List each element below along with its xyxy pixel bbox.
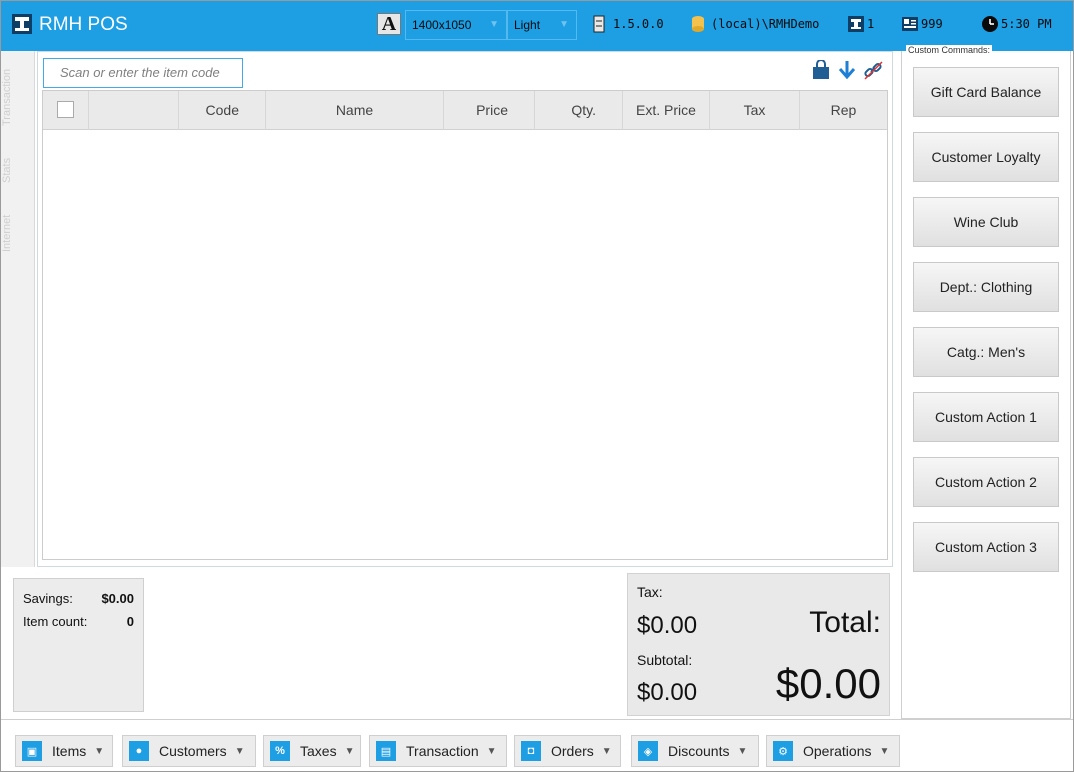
theme-select[interactable]: Light ▼ [507,10,577,40]
register-logo-icon [12,14,32,34]
tab-stats[interactable]: Stats [1,145,35,195]
register-icon [848,16,864,32]
transaction-panel: Scan or enter the item code Code Name Pr… [37,51,893,567]
pos-window: RMH POS A 1400x1050 ▼ Light ▼ 1.5.0.0 (l… [0,0,1074,772]
customer-loyalty-button[interactable]: Customer Loyalty [913,132,1059,182]
grid-actions [810,58,884,82]
tab-internet[interactable]: Internet [1,203,35,263]
taxes-menu-button[interactable]: % Taxes ▼ [263,735,361,767]
clock-icon [982,16,998,32]
column-qty[interactable]: Qty. [535,91,623,130]
orders-bag-icon: ◘ [521,741,541,761]
operations-gear-icon: ⚙ [773,741,793,761]
vertical-tabs: Transaction Stats Internet [1,51,35,567]
theme-value: Light [514,18,541,32]
gift-card-balance-button[interactable]: Gift Card Balance [913,67,1059,117]
register-number: 1 [867,17,875,31]
shopping-bag-icon[interactable] [810,58,832,82]
resolution-select[interactable]: 1400x1050 ▼ [405,10,507,40]
version-label: 1.5.0.0 [613,17,664,31]
total-value: $0.00 [775,660,881,707]
custom-commands-legend: Custom Commands: [906,45,993,55]
items-box-icon: ▣ [22,741,42,761]
link-icon[interactable] [862,58,884,82]
grid-header: Code Name Price Qty. Ext. Price Tax Rep [43,91,887,130]
column-rep[interactable]: Rep [800,91,887,130]
chevron-down-icon: ▼ [94,745,105,757]
chevron-down-icon: ▼ [486,745,497,757]
chevron-down-icon: ▼ [234,745,245,757]
cashier-icon [902,17,918,31]
transaction-menu-button[interactable]: ▤ Transaction ▼ [369,735,507,767]
taxes-menu-label: Taxes [300,743,337,759]
dept-clothing-button[interactable]: Dept.: Clothing [913,262,1059,312]
tab-transaction[interactable]: Transaction [1,57,35,137]
custom-commands-group: Custom Commands: Gift Card Balance Custo… [901,45,1071,719]
app-title: RMH POS [39,14,128,35]
spacer-column [89,91,179,130]
orders-menu-label: Orders [551,743,594,759]
database-icon [692,16,704,32]
customers-menu-label: Customers [159,743,227,759]
grid-body [43,131,887,559]
savings-value: $0.00 [101,591,134,606]
items-menu-button[interactable]: ▣ Items ▼ [15,735,113,767]
total-label: Total: [809,606,881,639]
custom-action-3-button[interactable]: Custom Action 3 [913,522,1059,572]
customers-menu-button[interactable]: ● Customers ▼ [122,735,256,767]
summary-panel: Savings: $0.00 Item count: 0 [13,578,144,712]
server-icon [593,15,605,33]
subtotal-label: Subtotal: [637,652,693,668]
chevron-down-icon: ▼ [559,19,569,30]
font-size-icon[interactable]: A [377,13,401,35]
database-label: (local)\RMHDemo [711,17,820,31]
custom-action-1-button[interactable]: Custom Action 1 [913,392,1059,442]
cashier-number: 999 [921,17,943,31]
discounts-menu-label: Discounts [668,743,730,759]
item-count-value: 0 [126,614,134,629]
clock-time: 5:30 PM [1001,17,1052,31]
column-code[interactable]: Code [179,91,266,130]
customer-person-icon: ● [129,741,149,761]
tax-label: Tax: [637,584,663,600]
discount-tag-icon: ◈ [638,741,658,761]
orders-menu-button[interactable]: ◘ Orders ▼ [514,735,621,767]
operations-menu-label: Operations [803,743,872,759]
transaction-bag-icon: ▤ [376,741,396,761]
select-all-checkbox[interactable] [57,101,74,118]
tax-value: $0.00 [637,612,698,639]
item-count-label: Item count: [23,614,88,629]
select-all-cell [43,91,89,130]
chevron-down-icon: ▼ [489,19,499,30]
download-arrow-icon[interactable] [836,58,858,82]
operations-menu-button[interactable]: ⚙ Operations ▼ [766,735,900,767]
chevron-down-icon: ▼ [344,745,355,757]
column-price[interactable]: Price [444,91,535,130]
custom-action-2-button[interactable]: Custom Action 2 [913,457,1059,507]
column-name[interactable]: Name [266,91,444,130]
savings-label: Savings: [23,591,73,606]
items-grid: Code Name Price Qty. Ext. Price Tax Rep [42,90,888,560]
chevron-down-icon: ▼ [737,745,748,757]
column-ext-price[interactable]: Ext. Price [623,91,710,130]
chevron-down-icon: ▼ [601,745,612,757]
column-tax[interactable]: Tax [710,91,800,130]
discounts-menu-button[interactable]: ◈ Discounts ▼ [631,735,759,767]
transaction-menu-label: Transaction [406,743,479,759]
wine-club-button[interactable]: Wine Club [913,197,1059,247]
item-code-input[interactable]: Scan or enter the item code [43,58,243,88]
items-menu-label: Items [52,743,87,759]
chevron-down-icon: ▼ [879,745,890,757]
resolution-value: 1400x1050 [412,18,472,32]
subtotal-value: $0.00 [637,679,698,706]
title-bar: RMH POS A 1400x1050 ▼ Light ▼ 1.5.0.0 (l… [1,1,1073,51]
catg-mens-button[interactable]: Catg.: Men's [913,327,1059,377]
percent-icon: % [270,741,290,761]
bottom-menu-bar: ▣ Items ▼ ● Customers ▼ % Taxes ▼ ▤ Tran… [1,719,1073,771]
totals-panel: Tax: $0.00 Subtotal: $0.00 Total: $0.00 [627,573,890,716]
